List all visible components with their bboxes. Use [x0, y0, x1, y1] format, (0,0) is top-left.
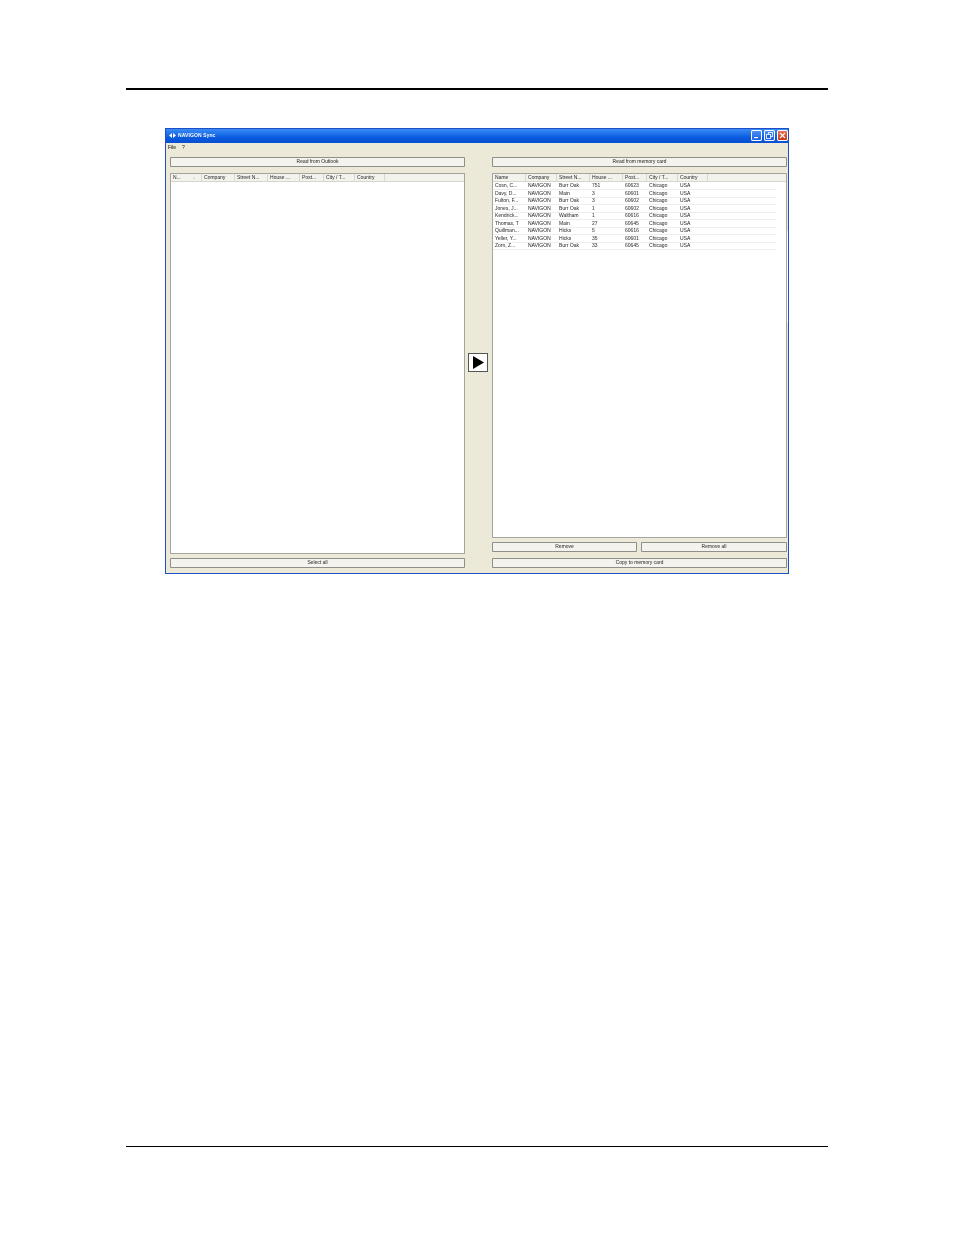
select-all-button[interactable]: Select all	[170, 558, 465, 568]
read-from-outlook-button[interactable]: Read from Outlook	[170, 157, 465, 167]
read-from-memory-card-button[interactable]: Read from memory card	[492, 157, 787, 167]
window-title: NAVIGON Sync	[178, 133, 216, 139]
menu-help[interactable]: ?	[182, 145, 185, 151]
menu-file[interactable]: File	[168, 145, 176, 151]
navigon-logo-icon	[169, 133, 176, 138]
restore-button[interactable]	[764, 130, 775, 141]
col-header-street[interactable]: Street N...	[557, 174, 590, 181]
table-row[interactable]: Yeller, Y... NAVIGON Hicks 35 60601 Chicago US…	[493, 236, 786, 243]
col-header-company[interactable]: Company	[202, 174, 235, 181]
remove-button[interactable]: Remove	[492, 542, 637, 552]
page-top-rule	[126, 88, 828, 90]
col-header-city[interactable]: City / T...	[647, 174, 678, 181]
col-header-street[interactable]: Street N...	[235, 174, 268, 181]
close-icon	[779, 132, 786, 139]
col-header-company[interactable]: Company	[526, 174, 557, 181]
col-header-house[interactable]: House ...	[268, 174, 300, 181]
memory-card-contacts-list[interactable]: Name Company Street N... House ... Post.…	[492, 173, 787, 538]
col-header-country[interactable]: Country	[355, 174, 385, 181]
table-row[interactable]: Jones, J... NAVIGON Burr Oak 1 60602 Chicago U…	[493, 206, 786, 213]
outlook-contacts-list[interactable]: N... ^ Company Street N... House ... Pos…	[170, 173, 465, 554]
page-bottom-rule	[126, 1146, 828, 1147]
col-header-postal[interactable]: Post...	[300, 174, 324, 181]
minimize-icon	[754, 137, 758, 139]
remove-all-button[interactable]: Remove all	[641, 542, 787, 552]
memory-card-list-header: Name Company Street N... House ... Post.…	[493, 174, 786, 182]
table-row[interactable]: Davy, D... NAVIGON Main 3 60601 Chicago USA	[493, 191, 786, 198]
navigon-sync-window: NAVIGON Sync File ? Read from Outlook N.…	[165, 128, 789, 574]
table-row[interactable]: Quillman... NAVIGON Hicks 5 60616 Chicago USA	[493, 228, 786, 235]
col-header-name[interactable]: N...	[171, 174, 202, 181]
outlook-list-header: N... ^ Company Street N... House ... Pos…	[171, 174, 464, 182]
menu-bar: File ?	[166, 143, 788, 152]
copy-to-memory-card-button[interactable]: Copy to memory card	[492, 558, 787, 568]
col-header-city[interactable]: City / T...	[324, 174, 355, 181]
minimize-button[interactable]	[751, 130, 762, 141]
transfer-button[interactable]	[468, 353, 488, 372]
col-header-country[interactable]: Country	[678, 174, 708, 181]
table-row[interactable]: Fulton, F... NAVIGON Burr Oak 3 60602 Chicago…	[493, 198, 786, 205]
row-gridline	[493, 249, 776, 250]
table-row[interactable]: Zorn, Z... NAVIGON Burr Oak 33 60645 Chicago U…	[493, 243, 786, 250]
col-header-name[interactable]: Name	[493, 174, 526, 181]
table-row[interactable]: Cosn, C... NAVIGON Burr Oak 751 60623 Chicago…	[493, 183, 786, 190]
close-button[interactable]	[777, 130, 788, 141]
title-bar[interactable]: NAVIGON Sync	[166, 129, 788, 143]
col-header-house[interactable]: House ...	[590, 174, 623, 181]
list-edge-gap	[787, 231, 788, 323]
col-header-postal[interactable]: Post...	[623, 174, 647, 181]
play-arrow-icon	[473, 356, 484, 369]
table-row[interactable]: Kendrick... NAVIGON Waltham 1 60616 Chicago US…	[493, 213, 786, 220]
restore-icon	[766, 132, 773, 139]
sort-ascending-icon: ^	[193, 176, 195, 181]
table-row[interactable]: Thomas, T NAVIGON Main 27 60645 Chicago USA	[493, 221, 786, 228]
